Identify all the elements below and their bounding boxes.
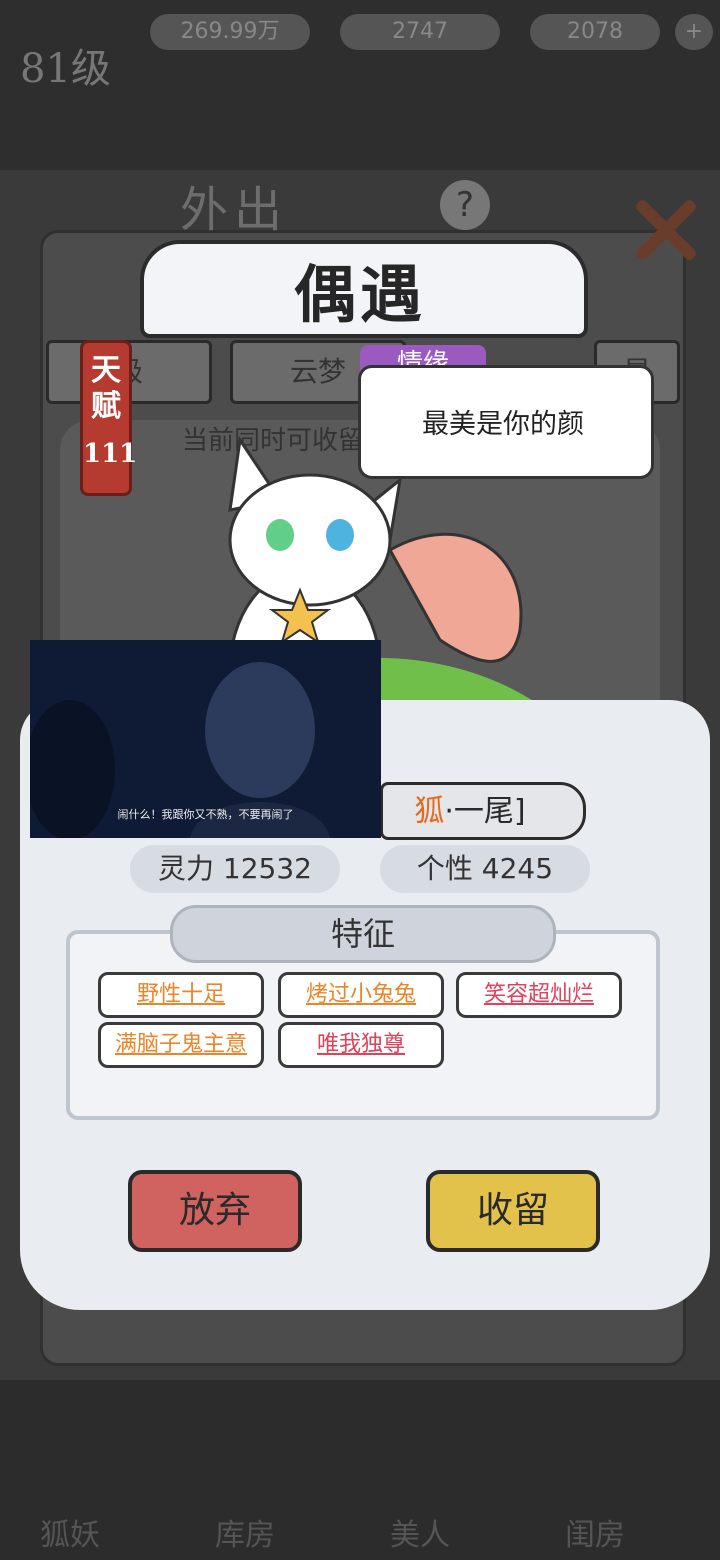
spirit-stat: 灵力 12532 bbox=[130, 845, 340, 893]
currency-coins: 269.99万 bbox=[150, 14, 310, 50]
outing-title: 外出 bbox=[180, 182, 289, 238]
talent-badge: 天赋 111 bbox=[80, 340, 138, 496]
currency-tickets: 2078 bbox=[530, 14, 660, 50]
fox-name-rest: ·一尾] bbox=[444, 794, 526, 829]
nav-storage[interactable]: 库房 bbox=[215, 1510, 275, 1554]
help-icon[interactable]: ? bbox=[440, 180, 490, 230]
speech-text: 最美是你的颜 bbox=[422, 409, 584, 440]
video-subtitle: 闹什么！我跟你又不熟，不要再闹了 bbox=[117, 808, 294, 821]
fox-name: 狐·一尾] bbox=[380, 786, 560, 830]
nav-boudoir[interactable]: 闺房 bbox=[565, 1510, 625, 1554]
nav-fox[interactable]: 狐妖 bbox=[40, 1510, 100, 1554]
abandon-button[interactable]: 放弃 bbox=[128, 1170, 302, 1252]
talent-value: 111 bbox=[83, 439, 138, 469]
traits-title: 特征 bbox=[170, 905, 556, 963]
close-icon[interactable] bbox=[630, 195, 700, 265]
trait-item[interactable]: 满脑子鬼主意 bbox=[98, 1022, 264, 1068]
add-currency-icon[interactable]: + bbox=[675, 14, 713, 50]
talent-label: 天赋 bbox=[91, 353, 121, 424]
player-level: 81级 bbox=[20, 46, 111, 92]
dialog-title: 偶遇 bbox=[293, 258, 426, 331]
keep-button[interactable]: 收留 bbox=[426, 1170, 600, 1252]
trait-item[interactable]: 野性十足 bbox=[98, 972, 264, 1018]
nav-beauty[interactable]: 美人 bbox=[390, 1510, 450, 1554]
personality-stat: 个性 4245 bbox=[380, 845, 590, 893]
trait-item[interactable]: 烤过小兔兔 bbox=[278, 972, 444, 1018]
currency-gems: 2747 bbox=[340, 14, 500, 50]
trait-item[interactable]: 笑容超灿烂 bbox=[456, 972, 622, 1018]
fox-name-prefix: 狐 bbox=[414, 794, 445, 829]
trait-item[interactable]: 唯我独尊 bbox=[278, 1022, 444, 1068]
